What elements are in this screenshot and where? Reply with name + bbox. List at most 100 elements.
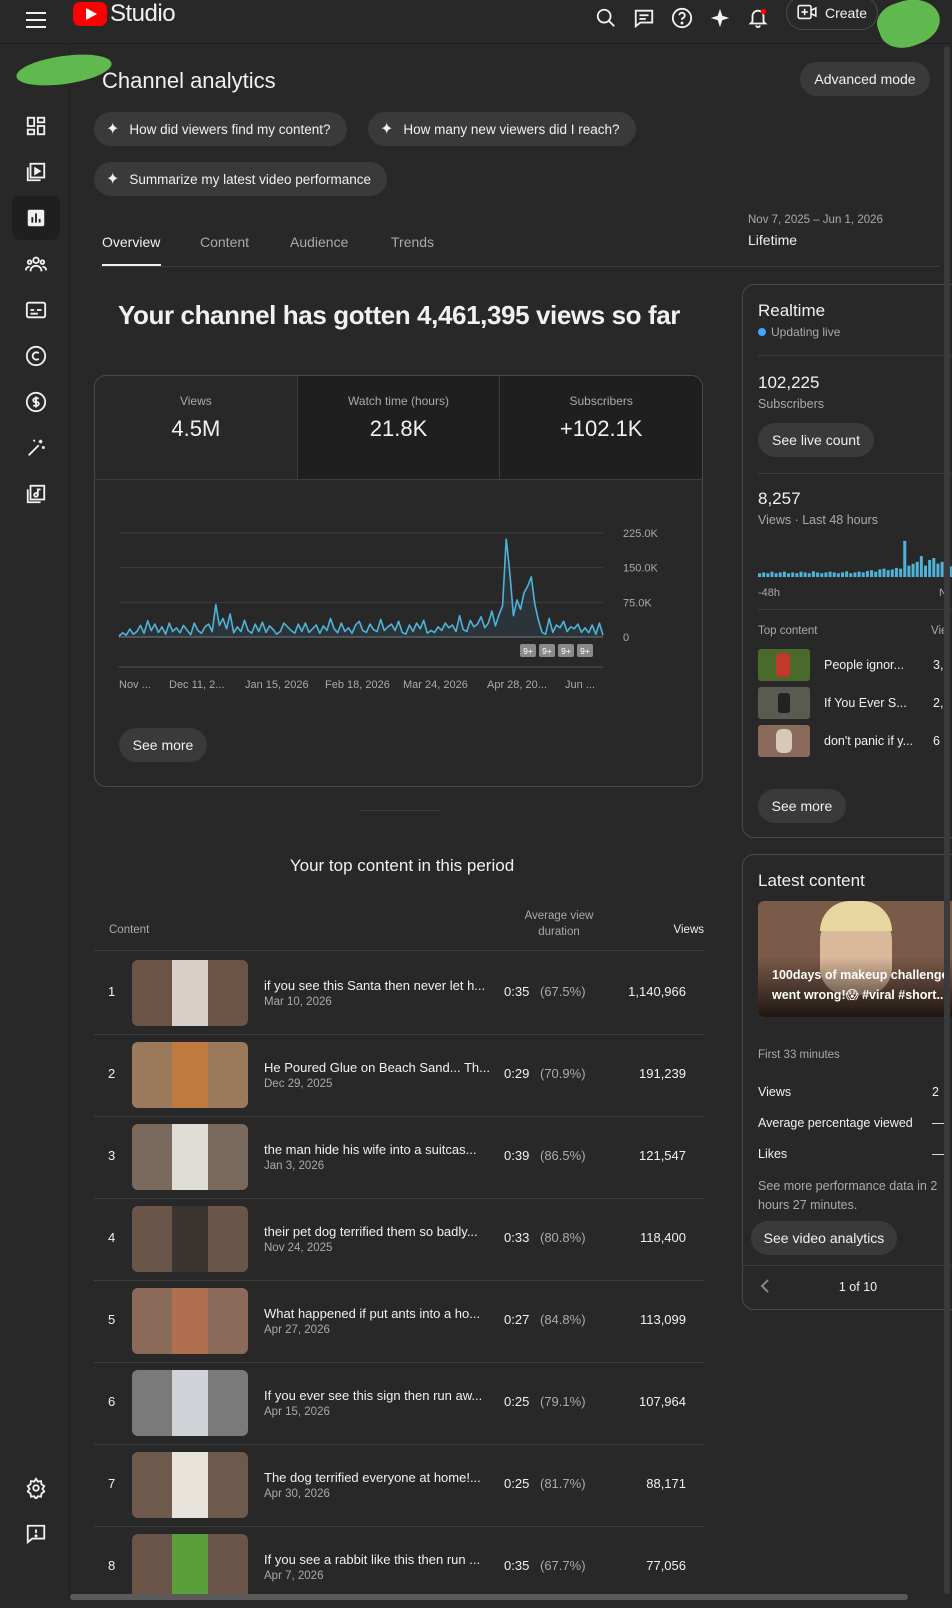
avg-view-percent: (70.9%) <box>540 1066 586 1081</box>
realtime-content-item[interactable]: People ignor... 3,8 <box>758 649 952 683</box>
customization-icon[interactable] <box>12 426 60 470</box>
realtime-bar <box>865 570 869 577</box>
col-views-header[interactable]: Views <box>652 924 704 936</box>
copyright-icon[interactable] <box>12 334 60 378</box>
realtime-bar-chart[interactable] <box>758 537 952 577</box>
stat-value: 2 <box>932 1085 939 1099</box>
thumbnail-center <box>172 1452 208 1518</box>
video-title[interactable]: The dog terrified everyone at home!... <box>264 1470 481 1485</box>
row-rank: 4 <box>108 1230 116 1245</box>
content-views: 6 <box>933 734 940 748</box>
table-row[interactable]: 1 if you see this Santa then never let h.… <box>94 952 704 1034</box>
row-rank: 3 <box>108 1148 116 1163</box>
latest-period: First 33 minutes <box>758 1049 840 1061</box>
divider <box>758 355 952 356</box>
table-row[interactable]: 4 their pet dog terrified them so badly..… <box>94 1198 704 1280</box>
video-title[interactable]: if you see this Santa then never let h..… <box>264 978 485 993</box>
earn-icon[interactable] <box>12 380 60 424</box>
create-label: Create <box>825 5 868 21</box>
see-video-analytics-button[interactable]: See video analytics <box>751 1221 897 1255</box>
subtitles-icon[interactable] <box>12 288 60 332</box>
notifications-icon[interactable] <box>744 4 772 32</box>
menu-icon[interactable] <box>26 12 46 28</box>
video-thumbnail[interactable] <box>132 1288 248 1354</box>
stat-value: — <box>932 1116 945 1130</box>
advanced-mode-button[interactable]: Advanced mode <box>800 62 930 96</box>
latest-video-thumbnail[interactable]: 100days of makeup challenge went wrong!😱… <box>758 901 952 1017</box>
period-label[interactable]: Lifetime <box>748 232 797 248</box>
avg-view-percent: (79.1%) <box>540 1394 586 1409</box>
video-title[interactable]: their pet dog terrified them so badly... <box>264 1224 478 1239</box>
row-rank: 6 <box>108 1394 116 1409</box>
realtime-bar <box>936 563 940 577</box>
realtime-bar <box>870 570 874 577</box>
top-content-section: Your top content in this period Content … <box>72 0 732 1600</box>
realtime-bar <box>857 571 861 577</box>
sidebar <box>0 44 70 1600</box>
video-title[interactable]: If you ever see this sign then run aw... <box>264 1388 482 1403</box>
realtime-views-count: 8,257 <box>758 489 801 508</box>
row-rank: 2 <box>108 1066 116 1081</box>
realtime-bar <box>766 573 770 577</box>
realtime-bar <box>770 571 774 577</box>
video-title[interactable]: If you see a rabbit like this then run .… <box>264 1552 480 1567</box>
video-thumbnail <box>758 725 810 757</box>
video-thumbnail[interactable] <box>132 1206 248 1272</box>
table-row[interactable]: 2 He Poured Glue on Beach Sand... Th... De… <box>94 1034 704 1116</box>
avg-view-percent: (67.5%) <box>540 984 586 999</box>
video-date: Nov 24, 2025 <box>264 1242 333 1254</box>
video-thumbnail[interactable] <box>132 1534 248 1600</box>
realtime-bar <box>899 568 903 577</box>
video-views: 1,140,966 <box>628 984 686 999</box>
create-button[interactable]: Create <box>786 0 878 30</box>
realtime-content-item[interactable]: If You Ever S... 2,2 <box>758 687 952 721</box>
avg-view-percent: (67.7%) <box>540 1558 586 1573</box>
table-row[interactable]: 6 If you ever see this sign then run aw..… <box>94 1362 704 1444</box>
avg-view-percent: (86.5%) <box>540 1148 586 1163</box>
video-thumbnail[interactable] <box>132 1370 248 1436</box>
date-range[interactable]: Nov 7, 2025 – Jun 1, 2026 <box>748 214 883 226</box>
realtime-content-item[interactable]: don't panic if y... 6 <box>758 725 952 759</box>
realtime-bar <box>845 571 849 577</box>
video-title[interactable]: He Poured Glue on Beach Sand... Th... <box>264 1060 490 1075</box>
table-row[interactable]: 5 What happened if put ants into a ho... A… <box>94 1280 704 1362</box>
video-title[interactable]: What happened if put ants into a ho... <box>264 1306 480 1321</box>
video-thumbnail[interactable] <box>132 1124 248 1190</box>
vertical-scrollbar[interactable] <box>944 46 950 1594</box>
video-title[interactable]: the man hide his wife into a suitcas... <box>264 1142 476 1157</box>
video-date: Dec 29, 2025 <box>264 1078 333 1090</box>
stat-label: Views <box>758 1085 792 1099</box>
settings-icon[interactable] <box>12 1466 60 1510</box>
table-row[interactable]: 7 The dog terrified everyone at home!... A… <box>94 1444 704 1526</box>
realtime-bar <box>924 565 927 577</box>
see-live-count-button[interactable]: See live count <box>758 423 874 457</box>
table-row[interactable]: 3 the man hide his wife into a suitcas...… <box>94 1116 704 1198</box>
realtime-bar <box>758 573 761 577</box>
audio-library-icon[interactable] <box>12 472 60 516</box>
content-icon[interactable] <box>12 150 60 194</box>
avg-view-duration: 0:35 <box>504 1558 530 1573</box>
video-views: 77,056 <box>646 1558 686 1573</box>
send-feedback-icon[interactable] <box>12 1512 60 1556</box>
realtime-bar <box>807 573 811 577</box>
video-thumbnail[interactable] <box>132 960 248 1026</box>
content-title: People ignor... <box>824 658 904 672</box>
avg-view-percent: (80.8%) <box>540 1230 586 1245</box>
community-icon[interactable] <box>12 242 60 286</box>
realtime-views-label: Views · Last 48 hours <box>758 513 878 527</box>
realtime-bar <box>890 569 894 577</box>
realtime-bar <box>824 572 828 577</box>
realtime-bar <box>778 572 782 577</box>
video-thumbnail[interactable] <box>132 1452 248 1518</box>
realtime-see-more-button[interactable]: See more <box>758 789 846 823</box>
video-thumbnail[interactable] <box>132 1042 248 1108</box>
realtime-bar <box>820 573 824 577</box>
video-date: Mar 10, 2026 <box>264 996 332 1008</box>
horizontal-scrollbar[interactable] <box>70 1594 908 1600</box>
top-content-label: Top content <box>758 625 818 637</box>
dashboard-icon[interactable] <box>12 104 60 148</box>
row-rank: 1 <box>108 984 116 999</box>
thumbnail-center <box>172 960 208 1026</box>
analytics-icon[interactable] <box>12 196 60 240</box>
col-avd-header[interactable]: Average view duration <box>504 908 614 940</box>
